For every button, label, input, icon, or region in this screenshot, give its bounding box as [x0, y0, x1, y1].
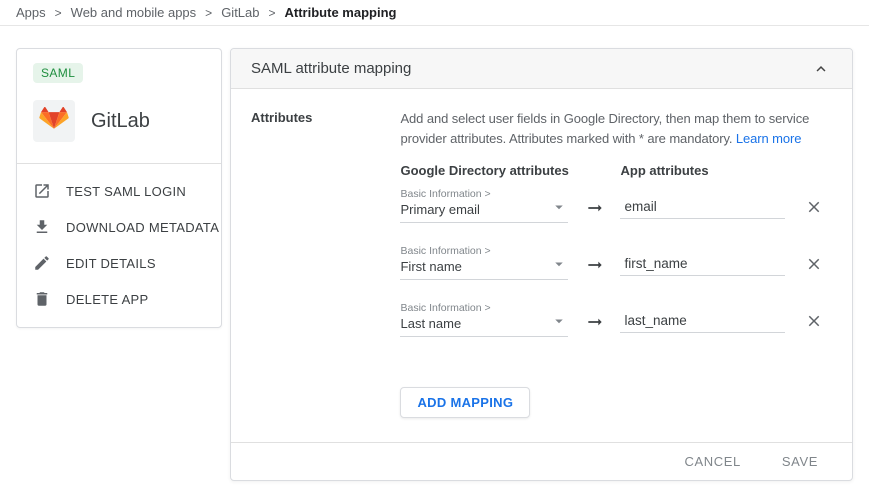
saml-badge: SAML [33, 63, 83, 83]
chevron-right-icon: > [205, 6, 212, 20]
arrow-right-icon [585, 255, 605, 275]
remove-mapping-icon[interactable] [805, 198, 823, 216]
select-value: First name [400, 258, 461, 275]
chevron-up-icon[interactable] [812, 60, 830, 78]
select-category-label: Basic Information > [400, 302, 568, 315]
panel-header[interactable]: SAML attribute mapping [231, 49, 852, 89]
app-name: GitLab [91, 110, 150, 133]
test-saml-login-button[interactable]: TEST SAML LOGIN [17, 173, 221, 209]
delete-app-button[interactable]: DELETE APP [17, 281, 221, 317]
menu-item-label: TEST SAML LOGIN [66, 184, 186, 199]
select-value: Primary email [400, 201, 479, 218]
app-attribute-input[interactable] [620, 312, 785, 333]
mapping-column-headers: Google Directory attributes App attribut… [400, 163, 832, 178]
panel-body: Attributes Add and select user fields in… [231, 89, 852, 438]
pencil-icon [33, 254, 51, 272]
learn-more-link[interactable]: Learn more [736, 131, 801, 146]
breadcrumb-item-web-and-mobile-apps[interactable]: Web and mobile apps [71, 5, 197, 20]
select-category-label: Basic Information > [400, 245, 568, 258]
chevron-right-icon: > [269, 6, 276, 20]
menu-item-label: DELETE APP [66, 292, 148, 307]
attributes-section-label: Attributes [251, 109, 400, 418]
add-mapping-button[interactable]: ADD MAPPING [400, 387, 530, 418]
arrow-right-icon [585, 198, 605, 218]
download-metadata-button[interactable]: DOWNLOAD METADATA [17, 209, 221, 245]
app-attributes-header: App attributes [620, 163, 708, 178]
dropdown-arrow-icon [550, 312, 568, 330]
app-attribute-input[interactable] [620, 255, 785, 276]
select-category-label: Basic Information > [400, 188, 568, 201]
app-identity: GitLab [17, 83, 221, 163]
dropdown-arrow-icon [550, 255, 568, 273]
gitlab-tanuki-icon [39, 107, 69, 135]
saml-attribute-mapping-panel: SAML attribute mapping Attributes Add an… [230, 48, 853, 481]
google-directory-attribute-select[interactable]: Basic Information > Primary email [400, 188, 568, 223]
app-actions-menu: TEST SAML LOGIN DOWNLOAD METADATA EDIT D… [17, 164, 221, 327]
panel-title: SAML attribute mapping [251, 60, 411, 77]
attributes-description: Add and select user fields in Google Dir… [400, 109, 832, 149]
menu-item-label: EDIT DETAILS [66, 256, 156, 271]
edit-details-button[interactable]: EDIT DETAILS [17, 245, 221, 281]
breadcrumb-item-apps[interactable]: Apps [16, 5, 46, 20]
google-directory-attributes-header: Google Directory attributes [400, 163, 620, 178]
open-in-new-icon [33, 182, 51, 200]
remove-mapping-icon[interactable] [805, 255, 823, 273]
dropdown-arrow-icon [550, 198, 568, 216]
app-attribute-input[interactable] [620, 198, 785, 219]
gitlab-logo [33, 100, 75, 142]
mapping-row: Basic Information > Primary email [400, 188, 832, 223]
mapping-row: Basic Information > First name [400, 245, 832, 280]
save-button[interactable]: SAVE [780, 450, 820, 473]
cancel-button[interactable]: CANCEL [683, 450, 743, 473]
breadcrumb-item-gitlab[interactable]: GitLab [221, 5, 259, 20]
menu-item-label: DOWNLOAD METADATA [66, 220, 219, 235]
google-directory-attribute-select[interactable]: Basic Information > Last name [400, 302, 568, 337]
arrow-right-icon [585, 312, 605, 332]
panel-footer: CANCEL SAVE [231, 442, 852, 480]
breadcrumb-item-attribute-mapping: Attribute mapping [285, 5, 397, 20]
select-value: Last name [400, 315, 461, 332]
app-card: SAML GitLab TEST SAML LOGIN [16, 48, 222, 328]
mapping-row: Basic Information > Last name [400, 302, 832, 337]
trash-icon [33, 290, 51, 308]
download-icon [33, 218, 51, 236]
google-directory-attribute-select[interactable]: Basic Information > First name [400, 245, 568, 280]
remove-mapping-icon[interactable] [805, 312, 823, 330]
chevron-right-icon: > [55, 6, 62, 20]
attributes-content: Add and select user fields in Google Dir… [400, 109, 832, 418]
breadcrumb: Apps > Web and mobile apps > GitLab > At… [0, 0, 869, 26]
